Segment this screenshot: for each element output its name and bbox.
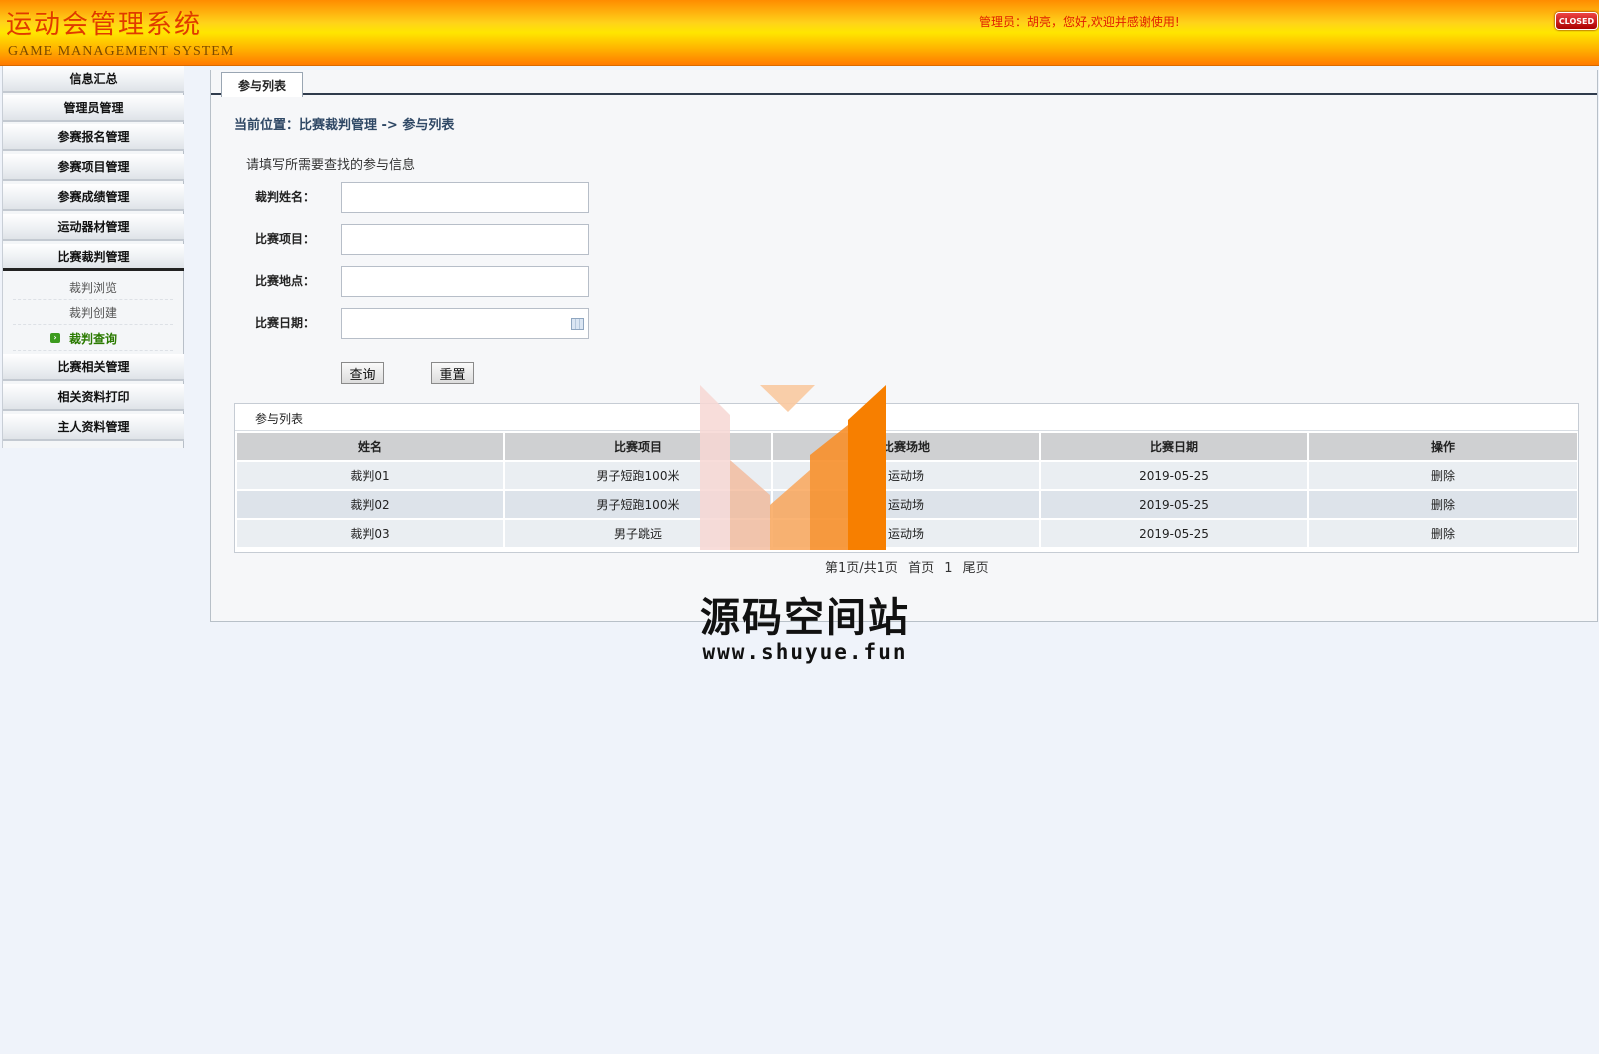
first-page-link[interactable]: 首页 [908,561,934,576]
page-number-link[interactable]: 1 [944,561,952,576]
event-label: 比赛项目： [255,232,316,246]
sidebar-item-info-summary[interactable]: 信息汇总 [3,66,184,93]
cell-name: 裁判01 [237,462,505,489]
last-page-link[interactable]: 尾页 [963,561,989,576]
sidebar-item-registration[interactable]: 参赛报名管理 [3,124,184,151]
app-header: 运动会管理系统 GAME MANAGEMENT SYSTEM 管理员：胡亮，您好… [0,0,1599,66]
tab-bar: 参与列表 [211,70,1597,97]
cell-date: 2019-05-25 [1041,462,1309,489]
close-button[interactable]: CLOSED [1555,12,1598,30]
app-subtitle: GAME MANAGEMENT SYSTEM [8,44,235,59]
cell-date: 2019-05-25 [1041,520,1309,547]
sidebar-item-match-related[interactable]: 比赛相关管理 [3,354,184,381]
cell-name: 裁判03 [237,520,505,547]
participation-list-panel: 参与列表 姓名 比赛项目 比赛场地 比赛日期 操作 裁判01 男子短跑100米 … [234,403,1579,553]
app-title: 运动会管理系统 [6,10,203,40]
delete-link[interactable]: 删除 [1309,520,1577,547]
cell-name: 裁判02 [237,491,505,518]
referee-name-label: 裁判姓名： [255,190,316,204]
cell-venue: 运动场 [773,520,1041,547]
reset-button[interactable]: 重置 [431,362,474,384]
sidebar-sub-referee-browse[interactable]: 裁判浏览 [13,276,173,300]
column-header-venue: 比赛场地 [773,433,1041,460]
sidebar-sub-referee-query[interactable]: › 裁判查询 [13,327,173,351]
venue-input[interactable] [341,266,589,297]
arrow-right-icon: › [50,333,60,343]
venue-label: 比赛地点： [255,274,316,288]
sidebar-item-equipment[interactable]: 运动器材管理 [3,214,184,241]
cell-venue: 运动场 [773,462,1041,489]
sidebar: 信息汇总 管理员管理 参赛报名管理 参赛项目管理 参赛成绩管理 运动器材管理 比… [2,66,184,448]
calendar-icon[interactable] [571,318,584,330]
main-panel: 参与列表 当前位置：比赛裁判管理 -> 参与列表 请填写所需要查找的参与信息 裁… [210,70,1598,622]
sidebar-sub-label: 裁判查询 [68,332,117,346]
cell-venue: 运动场 [773,491,1041,518]
watermark-url: www.shuyue.fun [702,640,908,664]
referee-name-input[interactable] [341,182,589,213]
cell-event: 男子跳远 [505,520,773,547]
sidebar-item-referees[interactable]: 比赛裁判管理 [3,244,184,271]
form-hint: 请填写所需要查找的参与信息 [246,158,416,173]
date-label: 比赛日期： [255,316,316,330]
delete-link[interactable]: 删除 [1309,491,1577,518]
cell-date: 2019-05-25 [1041,491,1309,518]
sidebar-sub-referee-create[interactable]: 裁判创建 [13,301,173,325]
column-header-event: 比赛项目 [505,433,773,460]
search-button[interactable]: 查询 [341,362,384,384]
sidebar-item-profile[interactable]: 主人资料管理 [3,414,184,441]
sidebar-item-admin[interactable]: 管理员管理 [3,95,184,122]
divider [235,430,1578,431]
page-info: 第1页/共1页 [825,561,898,576]
column-header-action: 操作 [1309,433,1577,460]
watermark-text: 源码空间站 [700,595,910,641]
column-header-date: 比赛日期 [1041,433,1309,460]
pagination: 第1页/共1页 首页 1 尾页 [825,557,995,576]
cell-event: 男子短跑100米 [505,462,773,489]
date-input[interactable] [341,308,589,339]
list-title: 参与列表 [255,412,304,426]
sidebar-item-scores[interactable]: 参赛成绩管理 [3,184,184,211]
cell-event: 男子短跑100米 [505,491,773,518]
delete-link[interactable]: 删除 [1309,462,1577,489]
tab-participation-list[interactable]: 参与列表 [221,72,303,97]
event-input[interactable] [341,224,589,255]
welcome-message: 管理员：胡亮，您好,欢迎并感谢使用! [979,15,1180,29]
column-header-name: 姓名 [237,433,505,460]
sidebar-item-print[interactable]: 相关资料打印 [3,384,184,411]
breadcrumb: 当前位置：比赛裁判管理 -> 参与列表 [234,118,455,133]
sidebar-item-events[interactable]: 参赛项目管理 [3,154,184,181]
